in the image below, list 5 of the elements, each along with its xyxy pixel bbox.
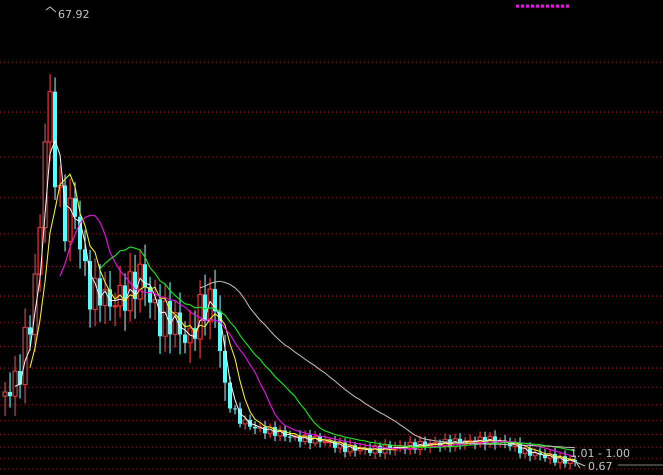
price-range-label: 1.01 - 1.00 (570, 447, 630, 460)
price-level-line (618, 464, 663, 466)
legend-marker-icon (516, 4, 570, 8)
low-price-label: 0.67 (588, 460, 612, 473)
high-price-label: 67.92 (58, 8, 90, 21)
